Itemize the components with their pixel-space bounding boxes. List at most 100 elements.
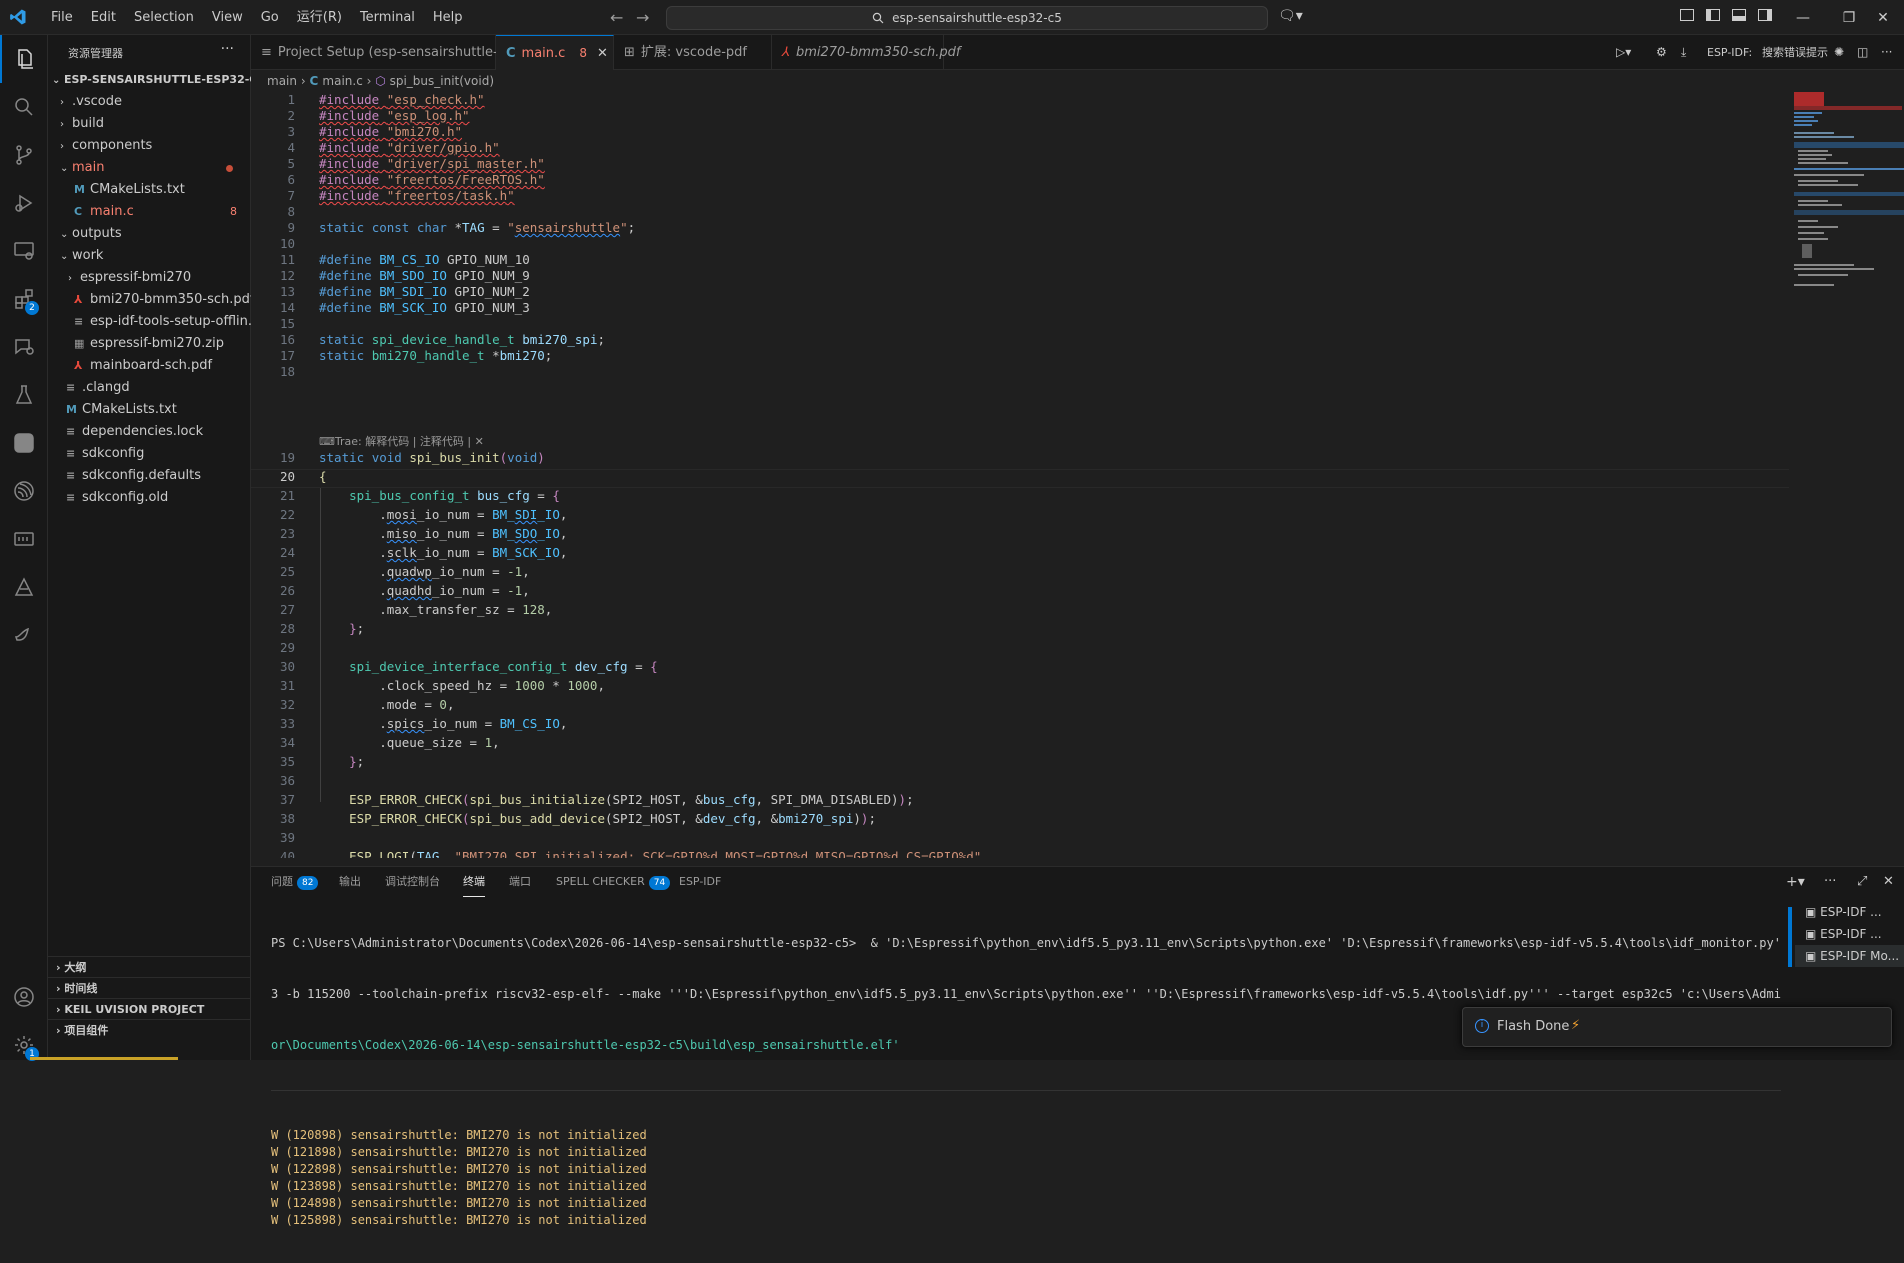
codelens-trae[interactable]: ⌨Trae: 解释代码 | 注释代码 | ✕ bbox=[319, 433, 484, 449]
file-item[interactable]: ⅄ mainboard-sch.pdf bbox=[48, 355, 251, 377]
maximize-panel-icon[interactable]: ⤢ bbox=[1857, 867, 1867, 897]
device-icon[interactable] bbox=[0, 515, 48, 563]
folder-item[interactable]: ⌄ main bbox=[48, 157, 251, 179]
line-number: 28 bbox=[279, 621, 295, 636]
workspace-root-label: ESP-SENSAIRSHUTTLE-ESP32-C5 bbox=[64, 73, 251, 86]
close-window-icon[interactable]: ✕ bbox=[1860, 0, 1904, 35]
menu-go[interactable]: Go bbox=[252, 0, 288, 35]
openai-icon[interactable]: ✺ bbox=[1834, 35, 1844, 70]
new-terminal-icon[interactable]: +▾ bbox=[1786, 867, 1805, 897]
breadcrumb-symbol[interactable]: spi_bus_init(void) bbox=[390, 74, 494, 88]
more-actions-icon[interactable]: ··· bbox=[221, 41, 234, 57]
toast-message: Flash Done bbox=[1497, 1019, 1570, 1034]
menu-selection[interactable]: Selection bbox=[125, 0, 203, 35]
sidebar-section[interactable]: › KEIL UVISION PROJECT bbox=[48, 998, 251, 1020]
chat-icon[interactable]: 🗨︎▾ bbox=[1278, 8, 1303, 24]
explorer-icon[interactable] bbox=[0, 35, 48, 83]
tab-esp-idf[interactable]: ESP-IDF bbox=[679, 867, 721, 897]
toggle-secondary-sidebar-icon[interactable] bbox=[1758, 9, 1772, 21]
tab-ports[interactable]: 端口 bbox=[509, 867, 531, 897]
breadcrumb-main[interactable]: main bbox=[267, 74, 297, 88]
file-item[interactable]: ≡ esp-idf-tools-setup-offlin... bbox=[48, 311, 251, 333]
terminal-instance[interactable]: ▣ ESP-IDF ... bbox=[1795, 901, 1904, 923]
file-item[interactable]: ≡ .clangd bbox=[48, 377, 251, 399]
file-item[interactable]: M CMakeLists.txt bbox=[48, 179, 251, 201]
gear-icon[interactable]: ⚙ bbox=[1656, 35, 1667, 70]
menu-view[interactable]: View bbox=[203, 0, 252, 35]
tab-pdf[interactable]: ⅄ bmi270-bmm350-sch.pdf bbox=[772, 35, 960, 70]
download-icon[interactable]: ⤓ bbox=[1681, 35, 1686, 70]
extensions-icon[interactable]: 2 bbox=[0, 275, 48, 323]
testing-icon[interactable] bbox=[0, 371, 48, 419]
file-item[interactable]: ≡ sdkconfig.defaults bbox=[48, 465, 251, 487]
breadcrumb-file[interactable]: main.c bbox=[322, 74, 362, 88]
minimap[interactable] bbox=[1790, 92, 1904, 858]
folder-item[interactable]: › components bbox=[48, 135, 251, 157]
split-editor-icon[interactable]: ◫ bbox=[1857, 35, 1868, 70]
tab-project-setup[interactable]: ≡ Project Setup (esp-sensairshuttle-esp32… bbox=[251, 35, 562, 70]
accounts-icon[interactable] bbox=[0, 973, 48, 1021]
terminal-instance[interactable]: ▣ ESP-IDF Mo... bbox=[1795, 945, 1904, 967]
tab-close-icon[interactable]: ✕ bbox=[597, 46, 608, 61]
folder-item[interactable]: › espressif-bmi270 bbox=[48, 267, 251, 289]
toggle-panel-icon[interactable] bbox=[1732, 9, 1746, 21]
file-item[interactable]: ⅄ bmi270-bmm350-sch.pdf bbox=[48, 289, 251, 311]
folder-item[interactable]: › build bbox=[48, 113, 251, 135]
file-item[interactable]: ≡ dependencies.lock bbox=[48, 421, 251, 443]
tab-output[interactable]: 输出 bbox=[339, 867, 361, 897]
file-item[interactable]: M CMakeLists.txt bbox=[48, 399, 251, 421]
toggle-primary-sidebar-icon[interactable] bbox=[1706, 9, 1720, 21]
sidebar-section[interactable]: › 时间线 bbox=[48, 977, 251, 999]
tree-item-label: .vscode bbox=[72, 94, 122, 109]
terminal-instance[interactable]: ▣ ESP-IDF ... bbox=[1795, 923, 1904, 945]
tab-spell-checker[interactable]: SPELL CHECKER 74 bbox=[556, 867, 671, 897]
menu-run[interactable]: 运行(R) bbox=[288, 0, 351, 35]
search-error-hint[interactable]: 搜索错误提示 bbox=[1762, 35, 1828, 70]
line-number: 33 bbox=[279, 716, 295, 731]
command-center-search[interactable]: esp-sensairshuttle-esp32-c5 bbox=[666, 6, 1268, 30]
notification-toast[interactable]: i Flash Done ⚡ bbox=[1462, 1007, 1892, 1047]
menu-help[interactable]: Help bbox=[424, 0, 472, 35]
terminal-scrollbar[interactable] bbox=[1788, 907, 1792, 967]
run-debug-icon[interactable] bbox=[0, 179, 48, 227]
menu-terminal[interactable]: Terminal bbox=[351, 0, 424, 35]
folder-item[interactable]: ⌄ work bbox=[48, 245, 251, 267]
trae-icon[interactable] bbox=[0, 563, 48, 611]
run-debug-dropdown-icon[interactable]: ▷▾ bbox=[1616, 35, 1631, 70]
forward-arrow-icon[interactable]: → bbox=[636, 8, 649, 27]
tab-terminal[interactable]: 终端 bbox=[463, 867, 485, 897]
workspace-root[interactable]: ⌄ ESP-SENSAIRSHUTTLE-ESP32-C5 bbox=[48, 69, 251, 91]
folder-item[interactable]: ⌄ outputs bbox=[48, 223, 251, 245]
bird-extension-icon[interactable] bbox=[0, 611, 48, 659]
tab-main-c[interactable]: Cmain.c 8 ✕ bbox=[496, 35, 614, 70]
editor-more-icon[interactable]: ··· bbox=[1881, 35, 1892, 70]
terminal-log-line: W (122898) sensairshuttle: BMI270 is not… bbox=[271, 1162, 647, 1176]
square-extension-icon[interactable] bbox=[0, 419, 48, 467]
chat-activity-icon[interactable] bbox=[0, 323, 48, 371]
tab-extension-vscode-pdf[interactable]: ⊞ 扩展: vscode-pdf bbox=[614, 35, 772, 70]
tab-debug-console[interactable]: 调试控制台 bbox=[385, 867, 440, 897]
close-panel-icon[interactable]: ✕ bbox=[1883, 867, 1894, 897]
file-item[interactable]: ≡ sdkconfig bbox=[48, 443, 251, 465]
menu-file[interactable]: File bbox=[42, 0, 82, 35]
tab-problems[interactable]: 问题 82 bbox=[271, 867, 319, 897]
panel-more-icon[interactable]: ··· bbox=[1824, 867, 1836, 897]
terminal-output[interactable]: PS C:\Users\Administrator\Documents\Code… bbox=[271, 901, 1781, 1263]
minimize-icon[interactable]: — bbox=[1780, 0, 1826, 35]
sidebar-section[interactable]: › 项目组件 bbox=[48, 1019, 251, 1041]
file-item[interactable]: ≡ sdkconfig.old bbox=[48, 487, 251, 509]
espidf-label[interactable]: ESP-IDF: bbox=[1707, 35, 1752, 70]
sidebar-section[interactable]: › 大纲 bbox=[48, 956, 251, 978]
menu-edit[interactable]: Edit bbox=[82, 0, 125, 35]
settings-gear-icon[interactable]: 1 bbox=[0, 1021, 48, 1069]
espressif-icon[interactable] bbox=[0, 467, 48, 515]
file-item[interactable]: Cmain.c 8 bbox=[48, 201, 251, 223]
source-control-icon[interactable] bbox=[0, 131, 48, 179]
remote-explorer-icon[interactable] bbox=[0, 227, 48, 275]
code-editor[interactable]: 1 2 3 4 5 6 7 8 9 10 11 12 13 14 15 16 17 18 19 20 21 22 23 24 2… bbox=[251, 92, 1789, 858]
layout-customize-icon[interactable] bbox=[1680, 9, 1694, 21]
search-activity-icon[interactable] bbox=[0, 83, 48, 131]
back-arrow-icon[interactable]: ← bbox=[610, 8, 623, 27]
folder-item[interactable]: › .vscode bbox=[48, 91, 251, 113]
file-item[interactable]: ▦ espressif-bmi270.zip bbox=[48, 333, 251, 355]
